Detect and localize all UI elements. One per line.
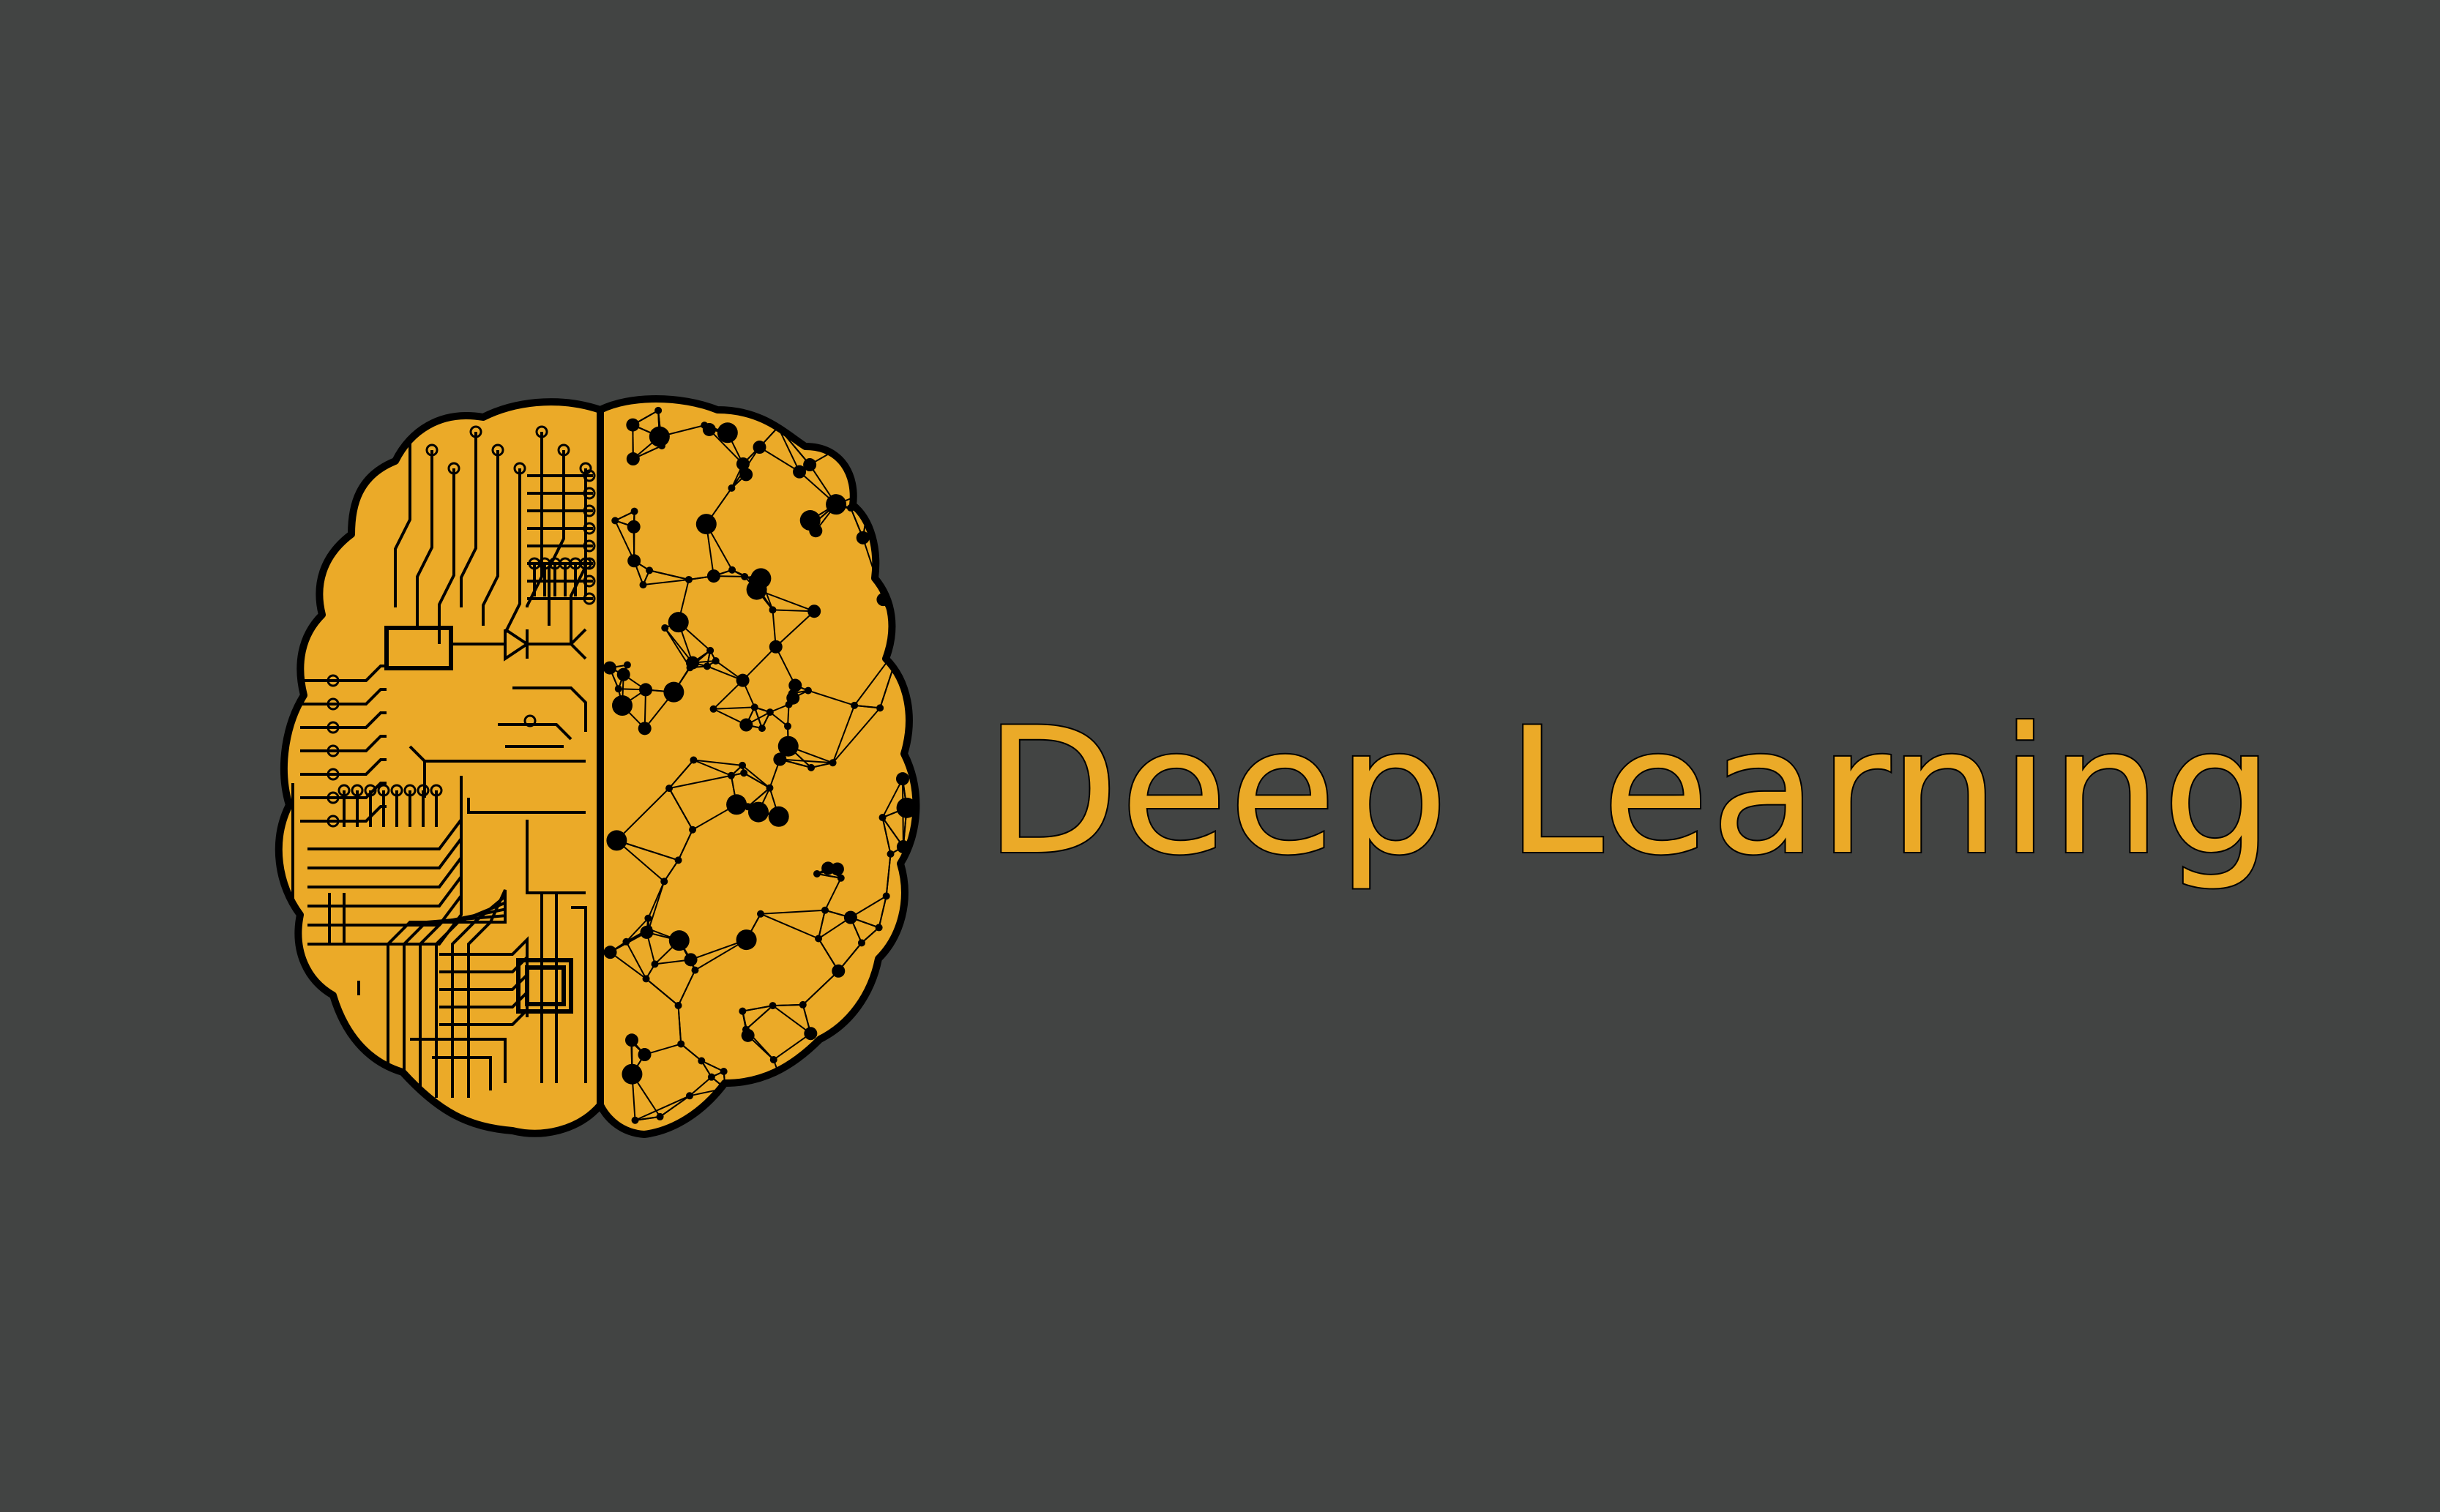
banner-background: Deep Learning [0, 0, 2440, 1512]
page-title: Deep Learning [983, 689, 2275, 895]
brain-right-hemisphere [597, 395, 920, 1138]
